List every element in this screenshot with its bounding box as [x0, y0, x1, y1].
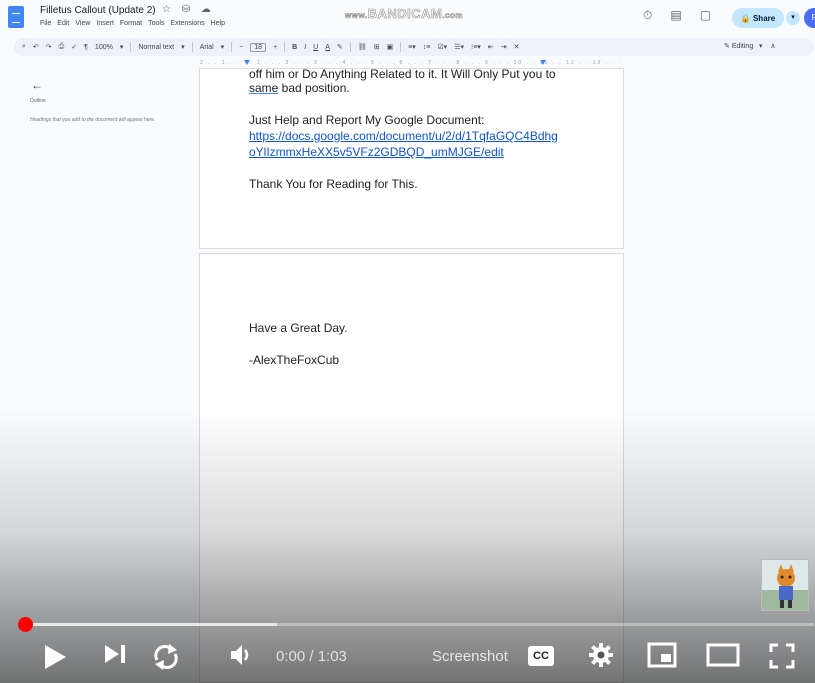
checklist-icon[interactable]: ☑▾: [437, 43, 447, 51]
history-icon[interactable]: ⏱: [643, 8, 652, 23]
divider: [231, 42, 233, 52]
font-select[interactable]: Arial: [200, 44, 214, 51]
fullscreen-icon[interactable]: [768, 642, 796, 670]
comment-icon[interactable]: ⊞: [374, 43, 380, 51]
menu-format[interactable]: Format: [120, 20, 142, 27]
menu-insert[interactable]: Insert: [96, 20, 114, 27]
divider: [349, 42, 351, 52]
italic-icon[interactable]: I: [304, 44, 306, 51]
settings-gear-icon[interactable]: [588, 642, 614, 668]
zoom-select[interactable]: 100%: [95, 44, 113, 51]
menu-help[interactable]: Help: [211, 20, 225, 27]
body-text-line: off him or Do Anything Related to it. It…: [249, 67, 556, 81]
decrease-font-icon[interactable]: −: [239, 44, 243, 51]
print-icon[interactable]: ⎙: [59, 43, 65, 51]
screenshot-label[interactable]: Screenshot: [432, 648, 508, 665]
body-text-line: same bad position.: [249, 81, 350, 95]
volume-icon[interactable]: [229, 642, 255, 668]
undo-icon[interactable]: ↶: [33, 43, 39, 51]
menu-tools[interactable]: Tools: [148, 20, 164, 27]
channel-watermark-thumbnail[interactable]: [761, 559, 809, 611]
image-icon[interactable]: ▣: [387, 43, 394, 51]
menu-view[interactable]: View: [75, 20, 90, 27]
docs-top-icons: ⏱ ▤ ▢: [643, 8, 711, 23]
clear-format-icon[interactable]: ✕: [514, 43, 520, 51]
right-indent-marker[interactable]: [540, 60, 546, 65]
cc-icon[interactable]: CC: [528, 646, 554, 666]
highlight-icon[interactable]: ✎: [337, 43, 343, 51]
line-spacing-icon[interactable]: ↕≡: [423, 44, 431, 51]
docs-titlebar: Filletus Callout (Update 2) ☆ ⛁ ☁ File E…: [0, 0, 815, 36]
time-display: 0:00 / 1:03: [276, 648, 347, 665]
miniplayer-icon[interactable]: [647, 642, 677, 668]
style-select[interactable]: Normal text: [138, 44, 174, 51]
bullet-list-icon[interactable]: ☰▾: [454, 43, 464, 51]
progress-scrubber[interactable]: [18, 617, 33, 632]
menu-edit[interactable]: Edit: [57, 20, 69, 27]
document-page-1[interactable]: off him or Do Anything Related to it. It…: [199, 67, 624, 249]
search-icon[interactable]: ⌕: [22, 43, 26, 51]
signature-text: -AlexTheFoxCub: [249, 353, 340, 367]
divider: [130, 42, 132, 52]
font-size-input[interactable]: 18: [250, 42, 267, 52]
avatar[interactable]: F: [804, 8, 815, 28]
next-icon[interactable]: [103, 642, 127, 666]
align-icon[interactable]: ≡▾: [408, 43, 416, 51]
document-link[interactable]: https://docs.google.com/document/u/2/d/1…: [249, 129, 558, 144]
document-title[interactable]: Filletus Callout (Update 2): [40, 5, 156, 16]
menu-file[interactable]: File: [40, 20, 51, 27]
editing-mode-select[interactable]: ✎ Editing ▾ ∧: [724, 42, 775, 50]
docs-menu-bar: File Edit View Insert Format Tools Exten…: [40, 20, 225, 27]
document-link-continued[interactable]: oYlIzmmxHeXX5v5VFz2GDBQD_umMJGE/edit: [249, 145, 504, 160]
menu-extensions[interactable]: Extensions: [170, 20, 204, 27]
lock-icon: 🔒: [740, 13, 753, 23]
left-indent-marker[interactable]: [244, 60, 250, 65]
bandicam-watermark: www.BANDICAM.com: [345, 6, 464, 22]
share-button[interactable]: 🔒 Share: [732, 8, 784, 28]
outline-title: Outline: [30, 98, 46, 104]
paint-format-icon[interactable]: ¶: [84, 44, 88, 51]
outline-hint: Headings that you add to the document wi…: [30, 117, 156, 123]
indent-decrease-icon[interactable]: ⇤: [488, 43, 494, 51]
report-label: Just Help and Report My Google Document:: [249, 113, 485, 127]
pencil-icon: ✎: [724, 43, 732, 50]
docs-toolbar: ⌕ ↶ ↷ ⎙ ✓ ¶ 100% ▾ Normal text ▾ Arial ▾…: [14, 38, 814, 56]
docs-logo-icon[interactable]: [8, 6, 24, 28]
theater-mode-icon[interactable]: [706, 642, 740, 668]
numbered-list-icon[interactable]: ⁝≡▾: [471, 43, 481, 51]
divider: [400, 42, 402, 52]
divider: [284, 42, 286, 52]
greeting-text: Have a Great Day.: [249, 321, 348, 335]
spellcheck-icon[interactable]: ✓: [71, 43, 77, 51]
chevron-down-icon: ▾: [220, 44, 225, 51]
spelling-underlined-word[interactable]: same: [249, 81, 278, 95]
comments-icon[interactable]: ▤: [670, 8, 681, 23]
underline-icon[interactable]: U: [313, 44, 318, 51]
redo-icon[interactable]: ↷: [46, 43, 52, 51]
progress-buffered: [24, 623, 277, 626]
star-move-cloud-icons[interactable]: ☆ ⛁ ☁: [162, 4, 215, 15]
document-page-2[interactable]: Have a Great Day. -AlexTheFoxCub: [199, 253, 624, 683]
loop-icon[interactable]: [151, 642, 181, 672]
link-icon[interactable]: ⛓: [358, 43, 367, 51]
bold-icon[interactable]: B: [292, 44, 297, 51]
meet-icon[interactable]: ▢: [700, 8, 711, 23]
video-frame: Filletus Callout (Update 2) ☆ ⛁ ☁ File E…: [0, 0, 815, 683]
play-icon[interactable]: [43, 644, 67, 670]
text-color-icon[interactable]: A: [325, 44, 330, 51]
indent-increase-icon[interactable]: ⇥: [501, 43, 507, 51]
chevron-down-icon: ▾: [119, 44, 124, 51]
increase-font-icon[interactable]: +: [273, 44, 277, 51]
thanks-text: Thank You for Reading for This.: [249, 177, 418, 191]
share-dropdown-icon[interactable]: ▾: [786, 11, 800, 25]
outline-back-arrow-icon[interactable]: ←: [31, 78, 43, 92]
chevron-down-icon: ▾: [181, 44, 185, 51]
divider: [191, 42, 193, 52]
